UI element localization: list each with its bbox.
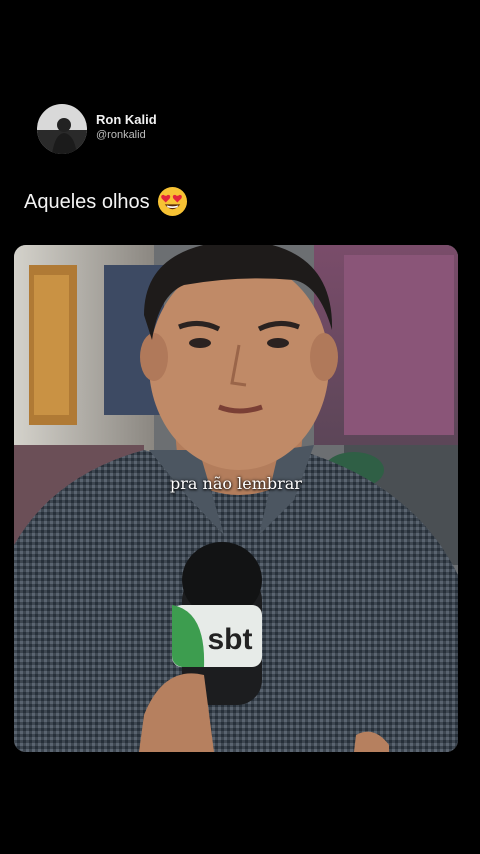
tweet-header: Ron Kalid @ronkalid: [37, 104, 157, 154]
author-name[interactable]: Ron Kalid: [96, 112, 157, 128]
tweet-text-content: Aqueles olhos: [24, 190, 150, 213]
author-handle[interactable]: @ronkalid: [96, 128, 157, 143]
video-player[interactable]: sbt pra não lembrar: [14, 245, 458, 752]
video-caption: pra não lembrar: [170, 474, 302, 493]
heart-eyes-emoji-icon: [157, 186, 187, 217]
avatar[interactable]: [37, 104, 87, 154]
mic-logo-text: sbt: [208, 623, 253, 656]
video-frame: sbt: [14, 245, 458, 752]
avatar-image: [37, 104, 87, 154]
tweet-text: Aqueles olhos: [24, 186, 188, 217]
